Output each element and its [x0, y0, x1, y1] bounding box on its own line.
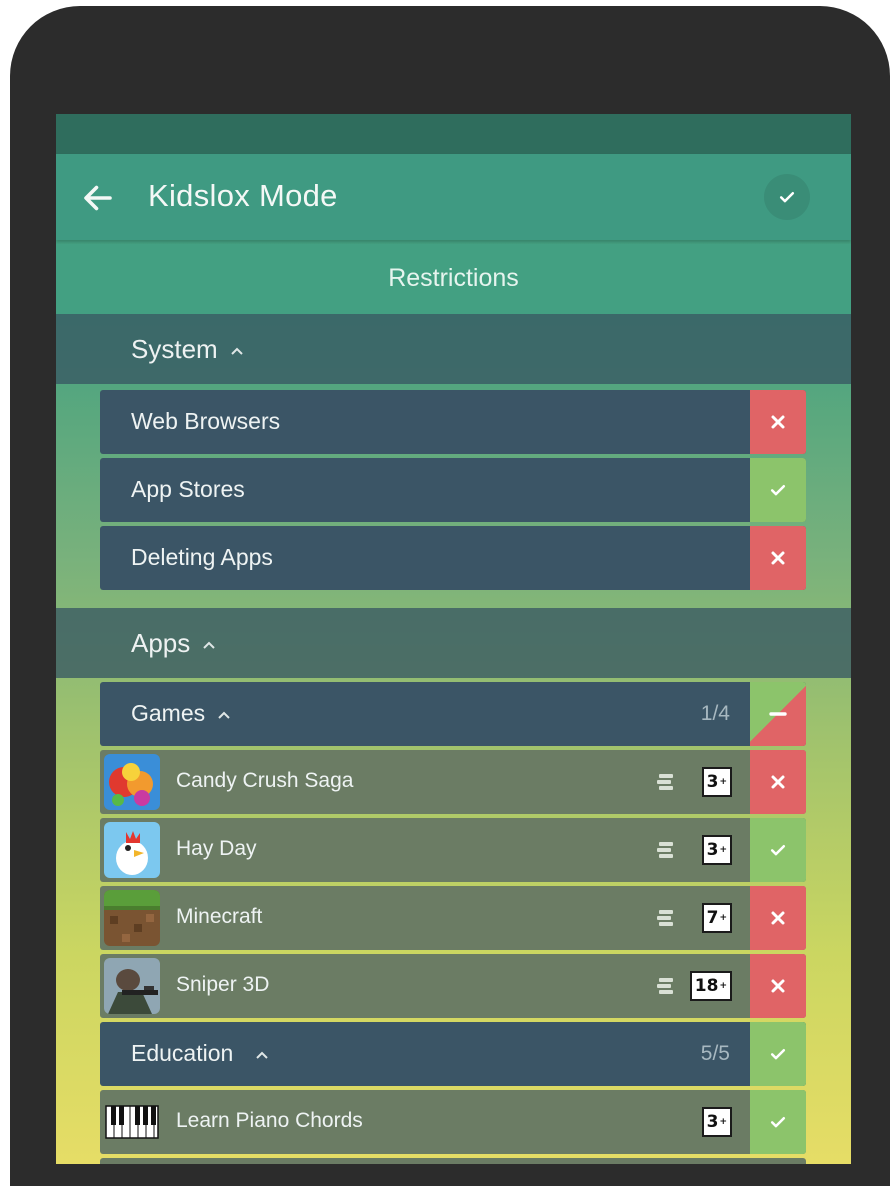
blocked-toggle[interactable]: [750, 390, 806, 454]
confirm-button[interactable]: [764, 174, 810, 220]
close-icon: [771, 551, 785, 565]
page-title: Kidslox Mode: [148, 178, 338, 213]
piano-icon: [104, 1094, 160, 1150]
section-apps-label: Apps: [131, 628, 216, 659]
close-icon: [771, 775, 785, 789]
close-icon: [771, 911, 785, 925]
category-count: 5/5: [700, 1042, 730, 1065]
system-item-label: Web Browsers: [131, 408, 281, 434]
blocked-toggle[interactable]: [750, 886, 806, 950]
app-row-next[interactable]: [100, 1158, 806, 1164]
app-row-hay-day[interactable]: Hay Day 3 +: [100, 818, 806, 882]
stack-icon: [657, 910, 673, 926]
blocked-toggle[interactable]: [750, 954, 806, 1018]
stack-icon: [657, 774, 673, 790]
app-bar: Kidslox Mode: [56, 154, 851, 240]
app-row-learn-piano-chords[interactable]: Learn Piano Chords 3 +: [100, 1090, 806, 1154]
minus-icon: [769, 712, 787, 716]
app-name: Sniper 3D: [176, 973, 270, 996]
partial-toggle[interactable]: [750, 682, 806, 746]
check-icon: [770, 485, 786, 496]
app-row-sniper-3d[interactable]: Sniper 3D 18 +: [100, 954, 806, 1018]
age-rating-badge: 7 +: [701, 903, 732, 933]
check-icon: [770, 1117, 786, 1128]
check-icon: [770, 1049, 786, 1060]
allowed-toggle[interactable]: [750, 818, 806, 882]
category-games[interactable]: Games 1/4: [100, 682, 806, 746]
system-item-deleting-apps[interactable]: Deleting Apps: [100, 526, 806, 590]
age-rating-badge: 3 +: [701, 1107, 732, 1137]
age-rating-badge: 3 +: [701, 767, 732, 797]
restrictions-title: Restrictions: [388, 264, 519, 292]
close-icon: [771, 415, 785, 429]
chevron-up-icon: [256, 1051, 269, 1059]
category-education[interactable]: Education 5/5: [100, 1022, 806, 1086]
check-icon: [770, 845, 786, 856]
section-system-header[interactable]: System: [56, 314, 851, 384]
chevron-up-icon: [230, 347, 243, 355]
section-system-label: System: [131, 334, 244, 365]
system-item-web-browsers[interactable]: Web Browsers: [100, 390, 806, 454]
chevron-up-icon: [203, 641, 215, 649]
system-item-label: App Stores: [131, 476, 245, 502]
age-rating-badge: 18 +: [689, 971, 732, 1001]
minecraft-icon: [104, 890, 160, 946]
blocked-toggle[interactable]: [750, 526, 806, 590]
status-bar: [56, 114, 851, 154]
category-count: 1/4: [700, 702, 730, 725]
age-rating-badge: 3 +: [701, 835, 732, 865]
app-name: Hay Day: [176, 837, 257, 860]
blocked-toggle[interactable]: [750, 750, 806, 814]
app-row-minecraft[interactable]: Minecraft 7 +: [100, 886, 806, 950]
app-name: Learn Piano Chords: [176, 1109, 363, 1132]
category-label: Education: [131, 1040, 269, 1067]
system-item-app-stores[interactable]: App Stores: [100, 458, 806, 522]
stack-icon: [657, 978, 673, 994]
allowed-toggle[interactable]: [750, 458, 806, 522]
check-icon: [779, 192, 795, 203]
chevron-up-icon: [218, 711, 230, 719]
candy-crush-icon: [104, 754, 160, 810]
sniper-3d-icon: [104, 958, 160, 1014]
restrictions-header: Restrictions: [56, 244, 851, 314]
app-row-candy-crush-saga[interactable]: Candy Crush Saga 3 +: [100, 750, 806, 814]
allowed-toggle[interactable]: [750, 1090, 806, 1154]
section-apps-header[interactable]: Apps: [56, 608, 851, 678]
back-arrow-icon[interactable]: [80, 180, 116, 216]
app-screen: Kidslox Mode Restrictions System Web Bro…: [56, 114, 851, 1164]
close-icon: [771, 979, 785, 993]
allowed-toggle[interactable]: [750, 1022, 806, 1086]
category-label: Games: [131, 700, 231, 727]
system-item-label: Deleting Apps: [131, 544, 273, 570]
app-name: Candy Crush Saga: [176, 769, 354, 792]
stack-icon: [657, 842, 673, 858]
app-name: Minecraft: [176, 905, 263, 928]
hay-day-icon: [104, 822, 160, 878]
